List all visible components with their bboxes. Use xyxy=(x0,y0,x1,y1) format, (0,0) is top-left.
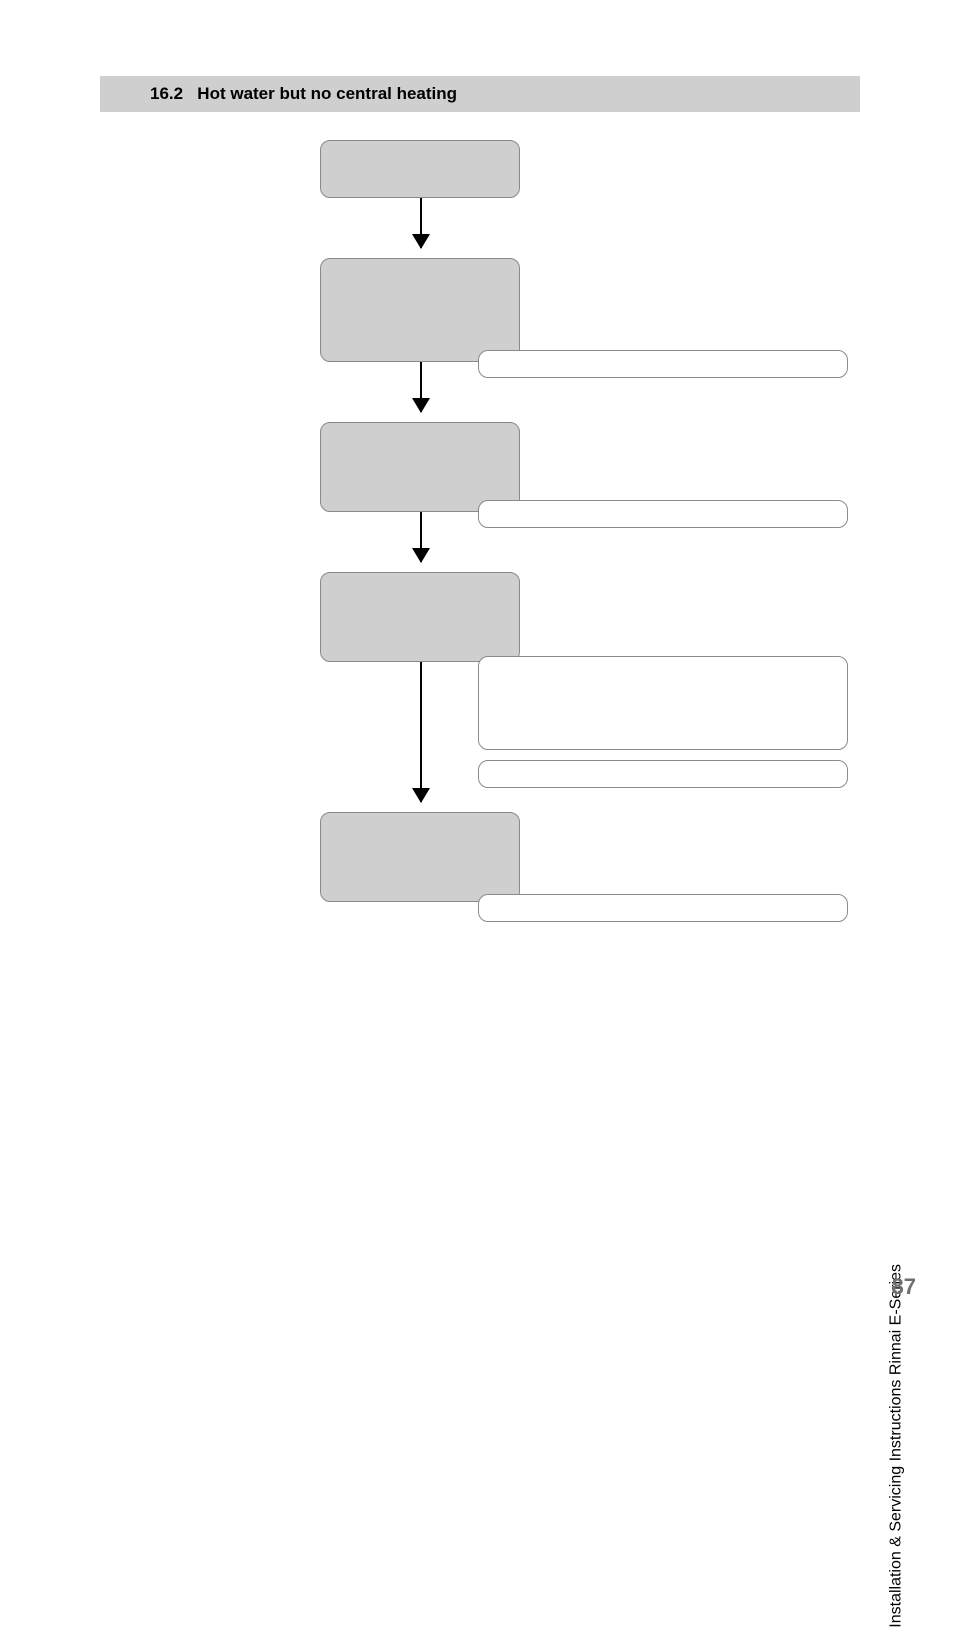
arrow-4 xyxy=(420,662,422,802)
note-box-1 xyxy=(478,350,848,378)
section-header: 16.2 Hot water but no central heating xyxy=(100,76,860,112)
flow-box-5 xyxy=(320,812,520,902)
flow-box-1 xyxy=(320,140,520,198)
section-title-text: Hot water but no central heating xyxy=(197,84,457,103)
arrow-3 xyxy=(420,512,422,562)
page-number: 87 xyxy=(892,1274,916,1300)
flow-box-3 xyxy=(320,422,520,512)
section-title: 16.2 Hot water but no central heating xyxy=(150,84,457,104)
flow-box-2 xyxy=(320,258,520,362)
page: 16.2 Hot water but no central heating In… xyxy=(0,0,954,1350)
note-box-3 xyxy=(478,656,848,750)
arrow-1 xyxy=(420,198,422,248)
arrow-2 xyxy=(420,362,422,412)
note-box-4 xyxy=(478,760,848,788)
footer-sidetext: Installation & Servicing Instructions Ri… xyxy=(888,1264,906,1628)
note-box-5 xyxy=(478,894,848,922)
flow-box-4 xyxy=(320,572,520,662)
note-box-2 xyxy=(478,500,848,528)
section-number: 16.2 xyxy=(150,84,183,103)
